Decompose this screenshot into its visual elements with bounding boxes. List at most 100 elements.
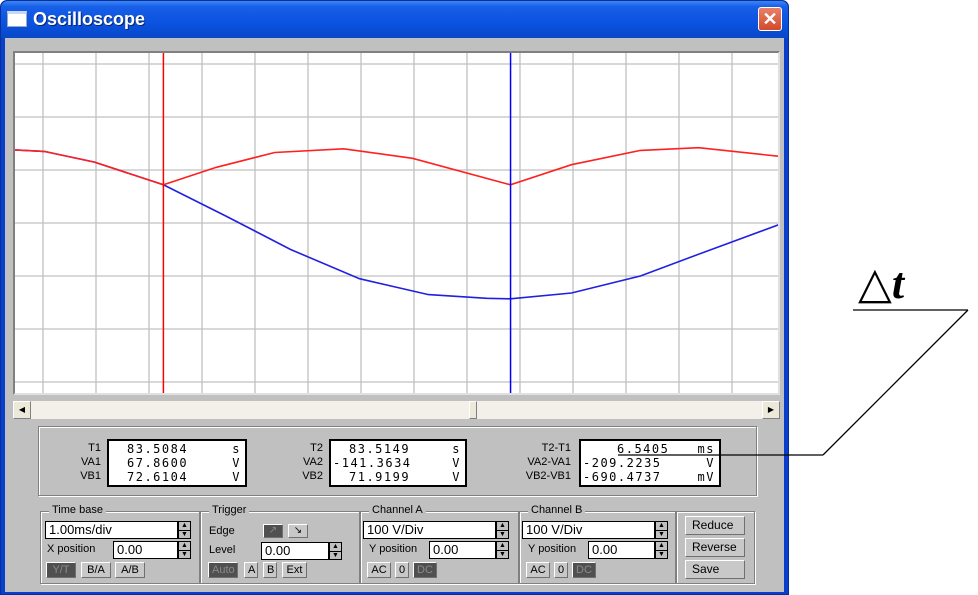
spin-down-icon: ▼ xyxy=(497,530,508,538)
close-button[interactable]: ✕ xyxy=(758,7,782,31)
spin-up-icon: ▲ xyxy=(658,522,665,529)
client-area: 1 2 ◀ ▶ T1 VA1 VB1 83.5084 xyxy=(5,38,784,592)
cursor1-labels: T1 VA1 VB1 xyxy=(61,441,101,483)
label-va2-va1: VA2-VA1 xyxy=(527,456,571,468)
measurement-panel: T1 VA1 VB1 83.5084 s 67.8600 V 72.6104 V T2… xyxy=(38,426,757,496)
timebase-scale-field[interactable]: 1.00ms/div xyxy=(45,521,178,539)
spin-down-icon: ▼ xyxy=(497,550,508,558)
spin-down-icon: ▼ xyxy=(656,530,667,538)
channel-b-ypos-label: Y position xyxy=(528,543,577,555)
difference-readout: 6.5405 ms -209.2235 V -690.4737 mV xyxy=(579,439,721,487)
channel-b-ypos-field[interactable]: 0.00 xyxy=(588,541,655,559)
channel-a-ac-button[interactable]: AC xyxy=(367,562,391,578)
label-vb2-vb1: VB2-VB1 xyxy=(525,470,571,482)
channel-b-group: Channel B 100 V/Div ▲ ▼ Y position 0.00 ▲… xyxy=(519,504,676,584)
trigger-group: Trigger Edge ↗ ↘ Level 0.00 ▲ ▼ Auto A B … xyxy=(200,504,360,584)
va2-va1-unit: V xyxy=(706,456,715,470)
spin-down-icon: ▼ xyxy=(330,551,341,559)
title-bar[interactable]: Oscilloscope ✕ xyxy=(1,1,788,38)
channel-a-ypos-field[interactable]: 0.00 xyxy=(429,541,496,559)
save-button[interactable]: Save xyxy=(685,560,745,579)
label-vb1: VB1 xyxy=(80,470,101,482)
spin-down-icon: ▼ xyxy=(179,530,190,538)
va2-value: -141.3634 xyxy=(333,456,412,470)
channel-a-ypos-spinner[interactable]: ▲ ▼ xyxy=(496,541,509,559)
spin-down-icon: ▼ xyxy=(656,550,667,558)
spin-up-icon: ▲ xyxy=(181,542,188,549)
vb2-value: 71.9199 xyxy=(349,470,411,484)
trigger-title: Trigger xyxy=(209,504,250,516)
trigger-level-field[interactable]: 0.00 xyxy=(261,542,329,560)
spin-down-icon: ▼ xyxy=(179,550,190,558)
readout-row: 71.9199 V xyxy=(331,470,465,484)
cursor2-readout: 83.5149 s -141.3634 V 71.9199 V xyxy=(329,439,467,487)
edge-label: Edge xyxy=(209,525,235,537)
trigger-a-button[interactable]: A xyxy=(244,562,258,578)
label-va2: VA2 xyxy=(303,456,323,468)
channel-a-scale-field[interactable]: 100 V/Div xyxy=(363,521,496,539)
reverse-button[interactable]: Reverse xyxy=(685,538,745,557)
channel-a-scale-spinner[interactable]: ▲ ▼ xyxy=(496,521,509,539)
mode-ab-button[interactable]: A/B xyxy=(115,562,145,578)
spin-up-icon: ▲ xyxy=(658,542,665,549)
readout-row: 83.5149 s xyxy=(331,442,465,456)
va2-unit: V xyxy=(452,456,461,470)
readout-row: 67.8600 V xyxy=(109,456,245,470)
channel-b-ac-button[interactable]: AC xyxy=(526,562,550,578)
channel-b-scale-spinner[interactable]: ▲ ▼ xyxy=(655,521,668,539)
t-symbol: t xyxy=(891,259,905,308)
va1-unit: V xyxy=(232,456,241,470)
difference-labels: T2-T1 VA2-VA1 VB2-VB1 xyxy=(499,441,571,483)
xposition-spinner[interactable]: ▲ ▼ xyxy=(178,541,191,559)
oscilloscope-window: Oscilloscope ✕ 1 2 ◀ ▶ T1 xyxy=(0,0,789,595)
edge-rising-icon[interactable]: ↗ xyxy=(263,524,283,538)
scope-plot xyxy=(15,53,778,393)
xposition-field[interactable]: 0.00 xyxy=(113,541,178,559)
level-label: Level xyxy=(209,544,236,556)
readout-row: -141.3634 V xyxy=(331,456,465,470)
grid xyxy=(15,53,778,393)
callout-leader-diagonal xyxy=(822,309,969,456)
channel-b-zero-button[interactable]: 0 xyxy=(554,562,568,578)
channel-b-scale-field[interactable]: 100 V/Div xyxy=(522,521,655,539)
edge-falling-icon[interactable]: ↘ xyxy=(288,524,308,538)
channel-b-title: Channel B xyxy=(528,504,586,516)
trigger-b-button[interactable]: B xyxy=(263,562,277,578)
label-vb2: VB2 xyxy=(302,470,323,482)
channel-a-zero-button[interactable]: 0 xyxy=(395,562,409,578)
trigger-level-spinner[interactable]: ▲ ▼ xyxy=(329,542,342,560)
label-t2-t1: T2-T1 xyxy=(541,442,571,454)
label-t1: T1 xyxy=(88,442,101,454)
channel-a-title: Channel A xyxy=(369,504,426,516)
label-va1: VA1 xyxy=(81,456,101,468)
timebase-scale-spinner[interactable]: ▲ ▼ xyxy=(178,521,191,539)
trace-channel-a xyxy=(15,146,778,186)
t2-t1-unit: ms xyxy=(697,442,715,456)
scroll-left-button[interactable]: ◀ xyxy=(13,401,31,419)
vb2-unit: V xyxy=(452,470,461,484)
mode-yt-button[interactable]: Y/T xyxy=(46,562,76,578)
window-title: Oscilloscope xyxy=(33,9,146,29)
mode-ba-button[interactable]: B/A xyxy=(81,562,111,578)
timebase-title: Time base xyxy=(49,504,106,516)
scope-screen[interactable] xyxy=(13,51,780,395)
spin-up-icon: ▲ xyxy=(499,542,506,549)
channel-a-dc-button[interactable]: DC xyxy=(413,562,437,578)
readout-row: 6.5405 ms xyxy=(581,442,719,456)
delta-symbol: △ xyxy=(858,259,892,308)
timebase-group: Time base 1.00ms/div ▲ ▼ X position 0.00 … xyxy=(40,504,200,584)
scroll-right-button[interactable]: ▶ xyxy=(762,401,780,419)
readout-row: -209.2235 V xyxy=(581,456,719,470)
trigger-ext-button[interactable]: Ext xyxy=(282,562,307,578)
channel-b-ypos-spinner[interactable]: ▲ ▼ xyxy=(655,541,668,559)
cursor2-labels: T2 VA2 VB2 xyxy=(283,441,323,483)
reduce-button[interactable]: Reduce xyxy=(685,516,745,535)
scroll-thumb[interactable] xyxy=(469,401,477,419)
channel-b-dc-button[interactable]: DC xyxy=(572,562,596,578)
trigger-auto-button[interactable]: Auto xyxy=(208,562,238,578)
horizontal-scrollbar[interactable]: ◀ ▶ xyxy=(13,401,780,419)
vb2-vb1-unit: mV xyxy=(697,470,715,484)
readout-row: 72.6104 V xyxy=(109,470,245,484)
va1-value: 67.8600 xyxy=(127,456,189,470)
spin-up-icon: ▲ xyxy=(332,543,339,550)
